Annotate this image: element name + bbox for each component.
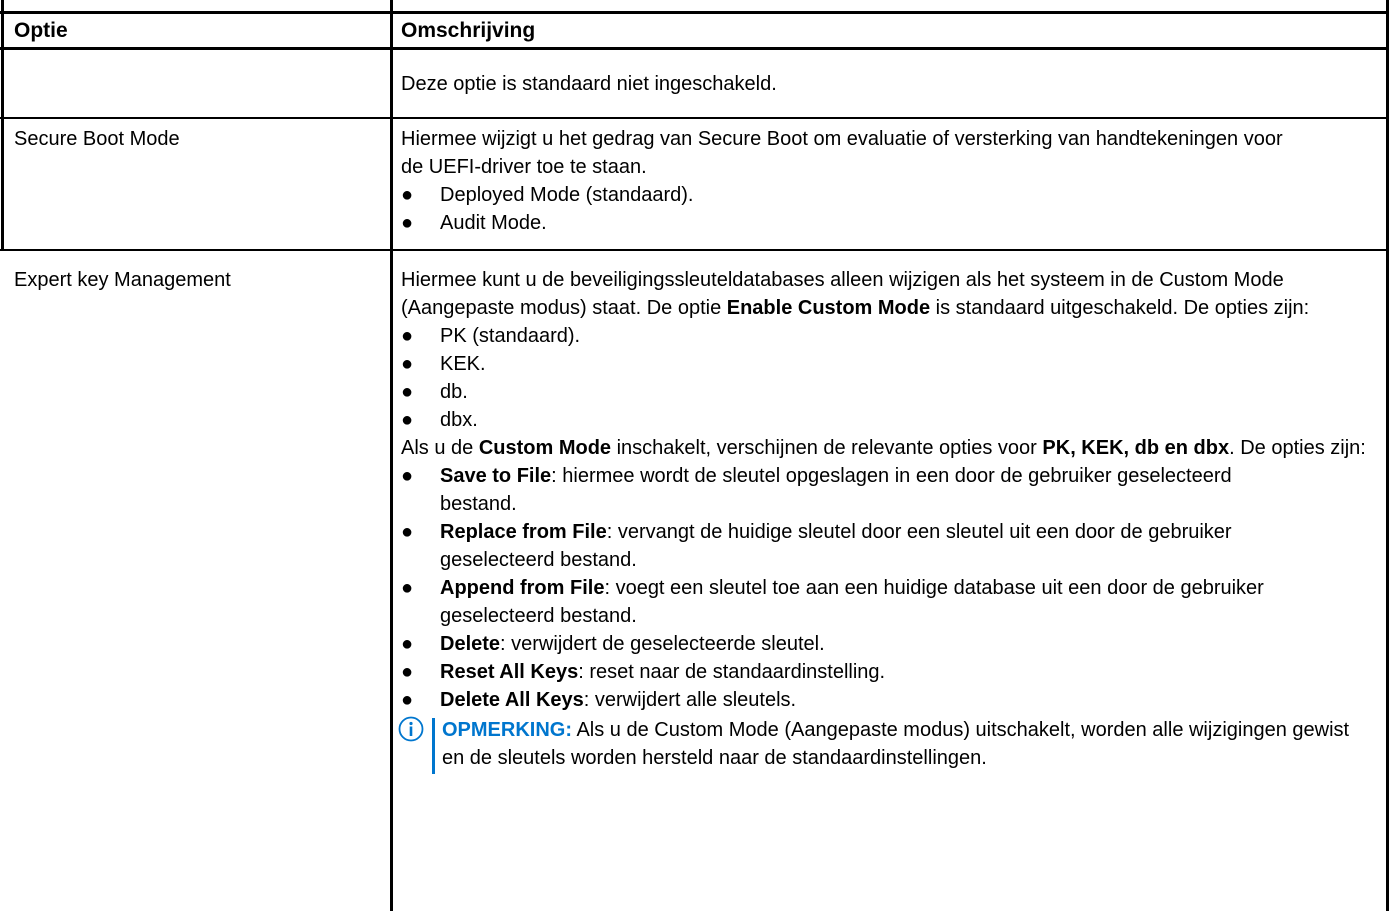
table-left-border: [1, 0, 4, 250]
column-divider: [390, 0, 393, 911]
row2-description: Hiermee wijzigt u het gedrag van Secure …: [401, 125, 1361, 237]
row-border: [0, 117, 1389, 119]
bullet: ●: [401, 381, 414, 403]
list-item: ● dbx.: [401, 406, 1376, 434]
list-item: ● Replace from File: vervangt de huidige …: [401, 518, 1291, 574]
table-top-border: [0, 11, 1389, 14]
info-circle-icon: [398, 716, 424, 742]
row3-description: Hiermee kunt u de beveiligingssleuteldat…: [398, 266, 1376, 774]
custom-mode-paragraph: Als u de Custom Mode inschakelt, verschi…: [401, 437, 1366, 459]
document-page: Optie Omschrijving Deze optie is standaa…: [0, 0, 1389, 911]
bullet: ●: [401, 633, 414, 655]
header-option: Optie: [14, 19, 68, 42]
key-database-list: ● PK (standaard). ● KEK. ● db. ● dbx.: [401, 322, 1376, 434]
bullet: ●: [401, 465, 414, 487]
bullet: ●: [401, 409, 414, 431]
list-item: ● Audit Mode.: [401, 209, 1361, 237]
bullet: ●: [401, 353, 414, 375]
key-actions-list: ● Save to File: hiermee wordt de sleutel …: [401, 462, 1291, 714]
row3-option: Expert key Management: [14, 269, 231, 291]
bullet: ●: [401, 325, 414, 347]
list-item: ● Append from File: voegt een sleutel toe…: [401, 574, 1291, 630]
options-table: Optie Omschrijving Deze optie is standaa…: [0, 0, 1389, 911]
note-accent-bar: [432, 718, 435, 774]
row2-option: Secure Boot Mode: [14, 128, 180, 150]
row1-description: Deze optie is standaard niet ingeschakel…: [401, 73, 777, 95]
list-item: ● Deployed Mode (standaard).: [401, 181, 1361, 209]
row-border: [0, 249, 1389, 251]
list-item: ● KEK.: [401, 350, 1376, 378]
note-label: OPMERKING:: [442, 719, 572, 741]
list-item: ● PK (standaard).: [401, 322, 1376, 350]
list-item: ● db.: [401, 378, 1376, 406]
bullet: ●: [401, 689, 414, 711]
secure-boot-text: Hiermee wijzigt u het gedrag van Secure …: [401, 128, 1283, 178]
list-item: ● Delete: verwijdert de geselecteerde sle…: [401, 630, 1291, 658]
bullet: ●: [401, 577, 414, 599]
header-description: Omschrijving: [401, 19, 536, 42]
note-box: OPMERKING: Als u de Custom Mode (Aangepa…: [398, 716, 1372, 774]
list-item: ● Reset All Keys: reset naar de standaard…: [401, 658, 1291, 686]
bullet: ●: [401, 184, 414, 206]
bullet: ●: [401, 212, 414, 234]
header-bottom-border: [0, 47, 1389, 50]
note-text: Als u de Custom Mode (Aangepaste modus) …: [442, 719, 1350, 769]
expert-key-intro: Hiermee kunt u de beveiligingssleuteldat…: [401, 269, 1310, 319]
list-item: ● Save to File: hiermee wordt de sleutel …: [401, 462, 1291, 518]
bullet: ●: [401, 661, 414, 683]
list-item: ● Delete All Keys: verwijdert alle sleute…: [401, 686, 1291, 714]
secure-boot-mode-list: ● Deployed Mode (standaard). ● Audit Mode.: [401, 181, 1361, 237]
bullet: ●: [401, 521, 414, 543]
